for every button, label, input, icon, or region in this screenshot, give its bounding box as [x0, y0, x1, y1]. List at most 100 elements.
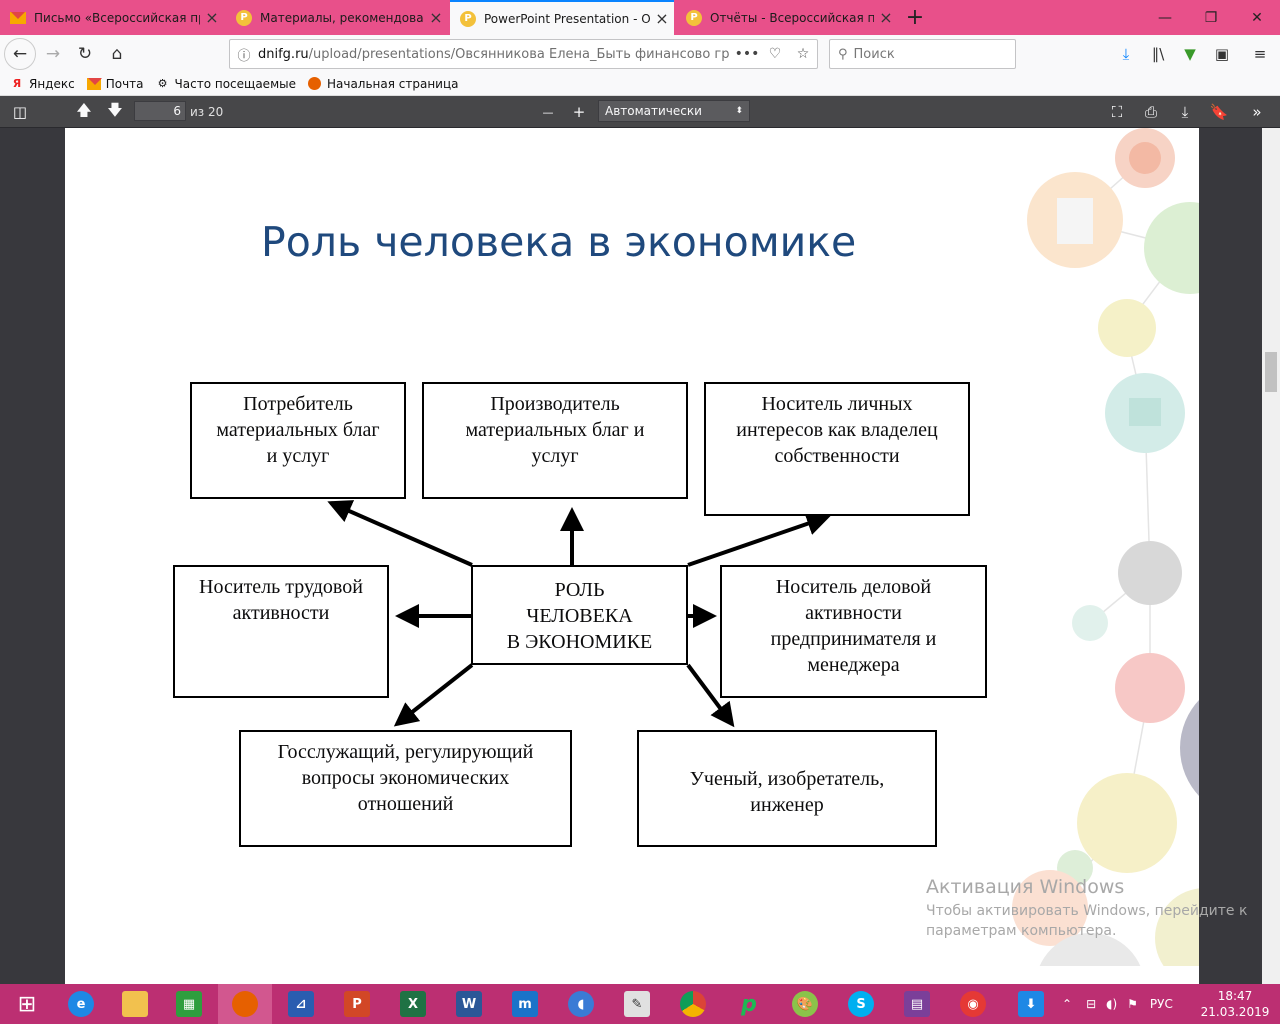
extension-icon[interactable]: ▼: [1175, 39, 1205, 69]
taskbar-excel[interactable]: X: [386, 984, 440, 1024]
notepad-icon: ✎: [624, 991, 650, 1017]
url-bar[interactable]: ⓘ dnifg.ru /upload/presentations/Овсянни…: [229, 39, 818, 69]
previous-page-button[interactable]: 🡅: [71, 99, 97, 125]
minimize-button[interactable]: —: [1142, 0, 1188, 35]
taskbar-chrome[interactable]: [666, 984, 720, 1024]
start-button[interactable]: ⊞: [0, 984, 54, 1024]
clock[interactable]: 18:47 21.03.2019: [1200, 988, 1270, 1020]
bookmark-view-button[interactable]: 🔖: [1206, 99, 1232, 125]
folder-icon: [122, 991, 148, 1017]
info-icon[interactable]: ⓘ: [230, 45, 258, 64]
save-button[interactable]: ⤓: [1172, 99, 1198, 125]
bookmark-most-visited[interactable]: ⚙ Часто посещаемые: [156, 77, 296, 91]
taskbar-skype[interactable]: S: [834, 984, 888, 1024]
downloads-icon[interactable]: ⤓: [1111, 39, 1141, 69]
firefox-icon: [308, 77, 322, 91]
search-placeholder: Поиск: [853, 46, 895, 62]
taskbar-scanner[interactable]: ⊿: [274, 984, 328, 1024]
close-icon[interactable]: ×: [650, 9, 674, 28]
chevron-up-icon[interactable]: ⌃: [1062, 997, 1072, 1011]
bookmark-start-page[interactable]: Начальная страница: [308, 77, 459, 91]
bookmark-yandex[interactable]: Я Яндекс: [10, 77, 75, 91]
volume-icon[interactable]: ◖): [1106, 997, 1117, 1011]
toggle-sidebar-button[interactable]: ◫: [7, 99, 33, 125]
role-entrepreneur-box: Носитель деловой активности предпринимат…: [720, 565, 987, 698]
pdf-viewer[interactable]: Роль человека в экономике Потребитель ма…: [0, 128, 1262, 984]
tab-strip: Письмо «Всероссийская про × P Материалы,…: [0, 0, 1280, 35]
close-icon[interactable]: ×: [200, 8, 224, 27]
navigation-toolbar: ← → ↻ ⌂ ⓘ dnifg.ru /upload/presentations…: [0, 35, 1280, 72]
page-number-input[interactable]: 6: [134, 101, 186, 121]
arrow-left-icon: ←: [12, 44, 28, 64]
word-icon: W: [456, 991, 482, 1017]
library-icon[interactable]: ∥\: [1143, 39, 1173, 69]
pdf-toolbar: ◫ 🡅 🡇 6 из 20 — + Автоматически ⬍ ⛶ ⎙ ⤓ …: [0, 96, 1280, 128]
store-icon: ▦: [176, 991, 202, 1017]
new-tab-button[interactable]: +: [898, 0, 932, 35]
excel-icon: X: [400, 991, 426, 1017]
activation-watermark-title: Активация Windows: [926, 876, 1125, 898]
tools-button[interactable]: »: [1244, 99, 1270, 125]
tab-presentation[interactable]: P PowerPoint Presentation - Овс ×: [450, 0, 674, 35]
back-button[interactable]: ←: [4, 38, 36, 70]
menu-icon[interactable]: ≡: [1245, 39, 1275, 69]
taskbar-ie[interactable]: e: [54, 984, 108, 1024]
pocket-icon[interactable]: ♡: [761, 46, 789, 62]
taskbar-maxthon[interactable]: m: [498, 984, 552, 1024]
taskbar-audio[interactable]: ◖: [554, 984, 608, 1024]
p-app-icon: p: [741, 991, 757, 1017]
tab-materials[interactable]: P Материалы, рекомендованн ×: [226, 0, 448, 35]
zoom-in-button[interactable]: +: [566, 99, 592, 125]
role-owner-box: Носитель личных интересов как владелец с…: [704, 382, 970, 516]
reload-button[interactable]: ↻: [70, 39, 100, 69]
vertical-scrollbar[interactable]: [1262, 128, 1280, 984]
reload-icon: ↻: [77, 44, 93, 64]
forward-button[interactable]: →: [38, 39, 68, 69]
next-page-button[interactable]: 🡇: [102, 99, 128, 125]
mail-icon: [10, 10, 26, 26]
role-scientist-box: Ученый, изобретатель, инженер: [637, 730, 937, 847]
taskbar-powerpoint[interactable]: P: [330, 984, 384, 1024]
close-window-button[interactable]: ✕: [1234, 0, 1280, 35]
chevron-updown-icon: ⬍: [735, 106, 743, 116]
tab-label: Отчёты - Всероссийская про: [710, 10, 874, 25]
home-button[interactable]: ⌂: [102, 39, 132, 69]
presentation-mode-button[interactable]: ⛶: [1104, 99, 1130, 125]
tab-mail[interactable]: Письмо «Всероссийская про ×: [0, 0, 224, 35]
flag-icon[interactable]: ⚑: [1127, 997, 1138, 1011]
taskbar-store[interactable]: ▦: [162, 984, 216, 1024]
slide-page: Роль человека в экономике Потребитель ма…: [65, 128, 1199, 968]
firefox-icon: [232, 991, 258, 1017]
close-icon[interactable]: ×: [874, 8, 898, 27]
taskbar-word[interactable]: W: [442, 984, 496, 1024]
search-input[interactable]: ⚲ Поиск: [829, 39, 1016, 69]
taskbar-security[interactable]: ◉: [946, 984, 1000, 1024]
taskbar-winrar[interactable]: ▤: [890, 984, 944, 1024]
winrar-icon: ▤: [904, 991, 930, 1017]
bookmark-star-icon[interactable]: ☆: [789, 46, 817, 62]
tab-reports[interactable]: P Отчёты - Всероссийская про ×: [676, 0, 898, 35]
taskbar-notepad[interactable]: ✎: [610, 984, 664, 1024]
taskbar-explorer[interactable]: [108, 984, 162, 1024]
taskbar-paint[interactable]: 🎨: [778, 984, 832, 1024]
yandex-icon: Я: [12, 77, 22, 90]
sidebar-icon[interactable]: ▣: [1207, 39, 1237, 69]
network-icon[interactable]: ⊟: [1086, 997, 1096, 1011]
zoom-select[interactable]: Автоматически ⬍: [598, 100, 750, 122]
chrome-icon: [680, 991, 706, 1017]
close-icon[interactable]: ×: [424, 8, 448, 27]
home-icon: ⌂: [111, 44, 123, 64]
bookmarks-bar: Я Яндекс Почта ⚙ Часто посещаемые Начальна…: [0, 72, 1280, 96]
restore-button[interactable]: ❐: [1188, 0, 1234, 35]
bookmark-mail[interactable]: Почта: [86, 77, 144, 91]
taskbar-downloader[interactable]: ⬇: [1004, 984, 1058, 1024]
plus-icon: +: [572, 103, 586, 121]
language-indicator[interactable]: РУС: [1150, 997, 1173, 1011]
zoom-out-button[interactable]: —: [535, 99, 561, 125]
scrollbar-thumb[interactable]: [1265, 352, 1277, 392]
print-button[interactable]: ⎙: [1138, 99, 1164, 125]
page-actions-icon[interactable]: •••: [733, 46, 761, 62]
taskbar-p-app[interactable]: p: [722, 984, 776, 1024]
taskbar-firefox[interactable]: [218, 984, 272, 1024]
double-chevron-icon: »: [1252, 103, 1262, 121]
